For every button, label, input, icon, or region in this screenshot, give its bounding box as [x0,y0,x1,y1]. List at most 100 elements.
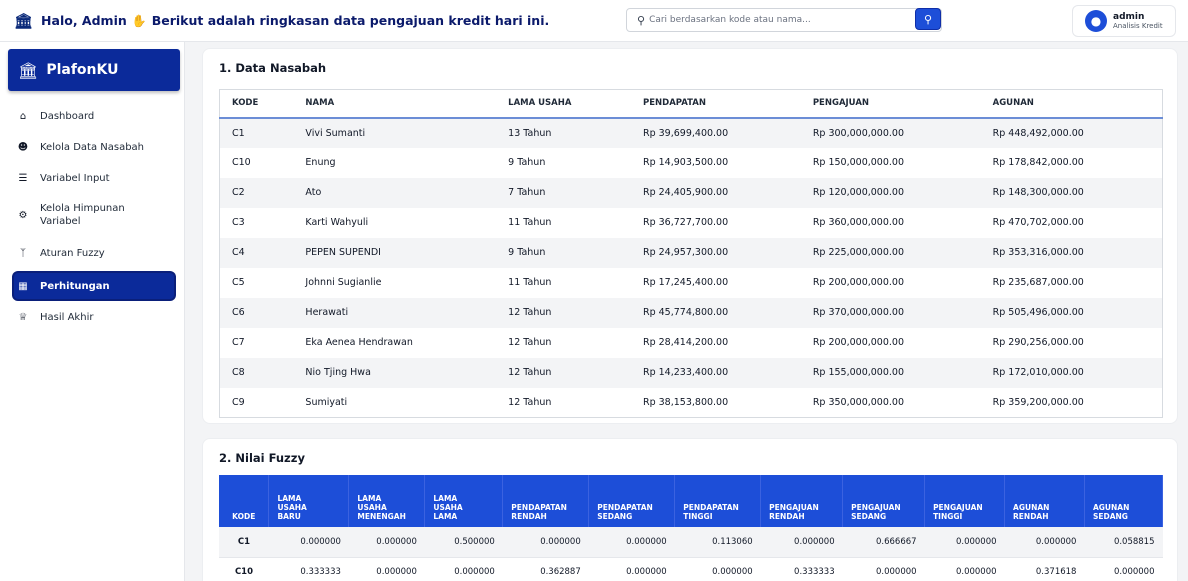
table-cell: C2 [219,177,294,208]
search-box[interactable]: ⚲ Cari berdasarkan kode atau nama... [626,8,942,32]
data-nasabah-table: KODE NAMA LAMA USAHA PENDAPATAN PENGAJUA… [219,89,1163,418]
column-header: NAMA [293,89,497,119]
table-cell: Herawati [293,297,497,328]
bank-icon: 🏛 [14,11,34,30]
table-cell: Nio Tjing Hwa [293,357,497,388]
sidebar-item-label: Perhitungan [40,280,110,292]
table-cell: 0.000000 [424,557,503,581]
table-cell: C3 [219,207,294,238]
user-menu[interactable]: ● admin Analisis Kredit [1072,5,1176,37]
column-header: PENDAPATAN [630,89,801,119]
search-input[interactable]: Cari berdasarkan kode atau nama... [649,15,811,25]
sidebar-item-variabel-input[interactable]: ☰ Variabel Input [14,170,174,186]
table-cell: C7 [219,327,294,358]
table-cell: 0.000000 [842,557,925,581]
table-cell: Rp 235,687,000.00 [980,267,1163,298]
table-cell: Rp 155,000,000.00 [800,357,981,388]
sidebar: 🏛 PlafonKU ⌂ Dashboard ☻ Kelola Data Nas… [0,42,185,581]
table-cell: Rp 359,200,000.00 [980,387,1163,418]
sidebar-item-label: Kelola Himpunan Variabel [40,203,125,227]
nilai-fuzzy-table: KODE LAMA USAHA BARU LAMA USAHA MENENGAH LAMA US… [219,475,1164,581]
table-cell: 13 Tahun [496,117,631,148]
table-cell: Eka Aenea Hendrawan [305,337,413,348]
sidebar-item-perhitungan[interactable]: ▦ Perhitungan [14,273,174,299]
search-button[interactable]: ⚲ [915,8,941,30]
column-header: AGUNAN SEDANG [1084,475,1164,527]
gears-icon: ⚙ [18,209,28,221]
column-header: PENDAPATAN SEDANG [588,475,676,527]
table-cell: Rp 28,414,200.00 [642,337,729,348]
table-header-row: KODE NAMA LAMA USAHA PENDAPATAN PENGAJUA… [219,89,1163,119]
table-cell: 12 Tahun [496,357,631,388]
table-cell: Rp 39,699,400.00 [630,117,801,148]
table-cell: Rp 300,000,000.00 [800,117,981,148]
table-row: C10 Enung 9 Tahun Rp 14,903,500.00 Rp 150,00… [219,147,1163,178]
table-cell: 0.000000 [674,557,761,581]
search-button-icon: ⚲ [923,12,933,26]
table-cell: 0.000000 [760,527,843,558]
table-cell: Rp 290,256,000.00 [980,327,1163,358]
table-cell: 0.000000 [348,527,425,558]
table-cell: Rp 172,010,000.00 [980,357,1163,388]
sidebar-item-dashboard[interactable]: ⌂ Dashboard [14,108,174,124]
table-cell: 9 Tahun [508,157,546,168]
sidebar-item-label: Aturan Fuzzy [40,247,105,259]
table-cell: Enung [305,157,336,168]
sidebar-item-label: Variabel Input [40,172,110,184]
table-cell: 0.000000 [502,527,589,558]
table-cell: Rp 225,000,000.00 [800,237,981,268]
table-row: C5 Johnni Sugianlie 11 Tahun Rp 17,245,400.… [219,267,1163,298]
table-cell: Rp 38,153,800.00 [630,387,801,418]
section-title: 2. Nilai Fuzzy [219,451,305,465]
table-cell: C8 [219,357,294,388]
table-cell: Rp 200,000,000.00 [812,277,905,288]
sidebar-item-kelola-data-nasabah[interactable]: ☻ Kelola Data Nasabah [14,139,174,155]
table-row: C3 Karti Wahyuli 11 Tahun Rp 36,727,700.00 R… [219,207,1163,238]
user-name: admin [1113,11,1145,22]
table-cell: 12 Tahun [496,387,631,418]
table-cell: Rp 350,000,000.00 [800,387,981,418]
search-icon: ⚲ [637,13,646,27]
column-header: LAMA USAHA MENENGAH [348,475,426,527]
table-cell: 11 Tahun [508,217,552,228]
user-role: Analisis Kredit [1113,21,1163,30]
column-header: AGUNAN RENDAH [1004,475,1085,527]
table-cell: Rp 36,727,700.00 [642,217,729,228]
greeting: 🏛 Halo, Admin ✋ Berikut adalah ringkasan… [0,12,549,30]
sidebar-item-hasil-akhir[interactable]: ♕ Hasil Akhir [14,309,174,325]
table-row: C1 Vivi Sumanti 13 Tahun Rp 39,699,400.00 Rp… [219,117,1163,148]
table-cell: 0.333333 [268,557,349,581]
table-cell: PEPEN SUPENDI [293,237,497,268]
table-cell: 12 Tahun [508,337,552,348]
column-header: PENGAJUAN SEDANG [842,475,926,527]
table-cell: Rp 17,245,400.00 [642,277,729,288]
table-cell: 0.333333 [760,557,843,581]
nilai-fuzzy-card: 2. Nilai Fuzzy KODE LAMA USAHA BARU LAMA USAH… [202,438,1178,581]
column-header: PENDAPATAN TINGGI [674,475,762,527]
table-cell: 12 Tahun [496,297,631,328]
table-cell: Rp 45,774,800.00 [630,297,801,328]
table-cell: Rp 370,000,000.00 [800,297,981,328]
branch-icon: ᛉ [20,247,26,259]
table-cell: C6 [219,297,294,328]
table-cell: 0.000000 [1084,557,1163,581]
table-cell: 0.113060 [674,527,761,558]
table-cell: Rp 148,300,000.00 [980,177,1163,208]
greeting-suffix: Berikut adalah ringkasan data pengajuan … [151,13,550,28]
table-cell: C4 [219,237,294,268]
column-header: LAMA USAHA [496,89,631,119]
sidebar-item-kelola-himpunan-variabel[interactable]: ⚙ Kelola Himpunan Variabel [14,200,174,230]
brand-logo[interactable]: 🏛 PlafonKU [8,49,180,91]
data-nasabah-card: 1. Data Nasabah KODE NAMA LAMA USAHA PEN… [202,48,1178,424]
table-cell: C9 [219,387,294,418]
table-cell: Sumiyati [293,387,497,418]
table-cell: Rp 14,903,500.00 [642,157,729,168]
table-cell: 0.000000 [924,527,1005,558]
home-icon: ⌂ [19,110,27,122]
greeting-prefix: Halo, Admin [41,13,127,28]
table-row: C9 Sumiyati 12 Tahun Rp 38,153,800.00 Rp 350… [219,387,1163,418]
table-cell: Rp 448,492,000.00 [980,117,1163,148]
sidebar-item-aturan-fuzzy[interactable]: ᛉ Aturan Fuzzy [14,245,174,261]
table-cell: Rp 360,000,000.00 [812,217,905,228]
table-row: C8 Nio Tjing Hwa 12 Tahun Rp 14,233,400.00 R… [219,357,1163,388]
